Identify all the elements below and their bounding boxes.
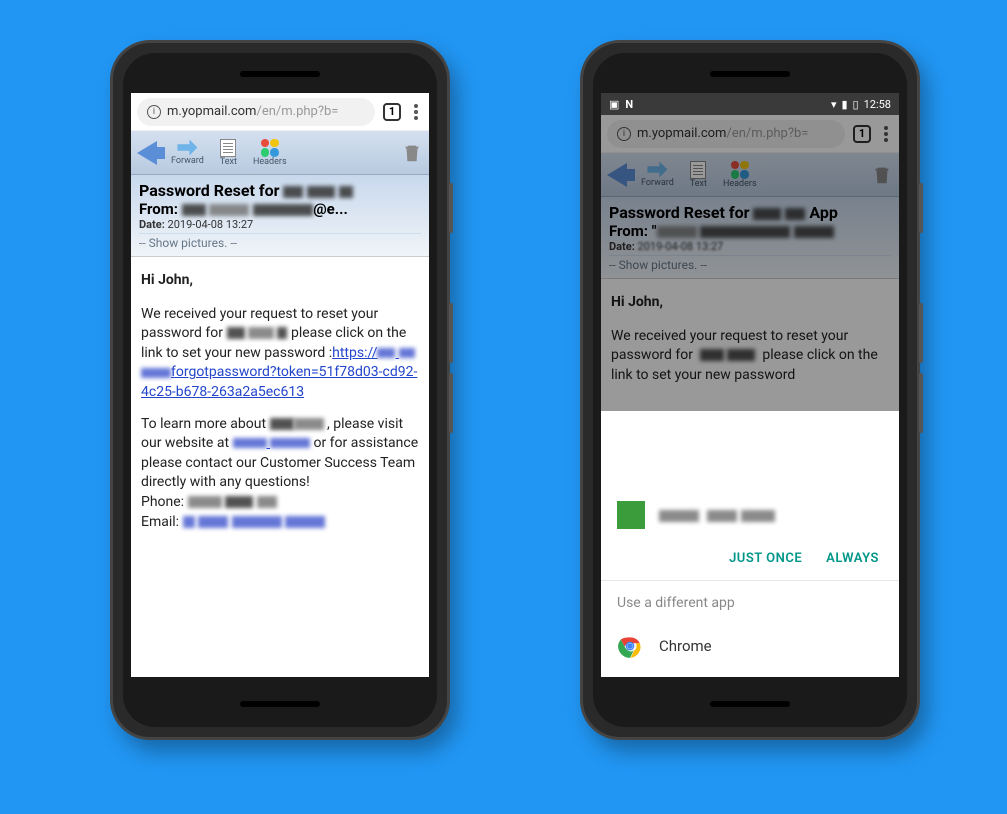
chrome-label: Chrome <box>659 637 712 655</box>
text-button[interactable]: Text <box>214 137 243 169</box>
phone-screen: ▣ N ▾ ▮ ▯ 12:58 i m.yopmail.com/en/m.php… <box>601 93 899 677</box>
email-subject: Password Reset for <box>139 181 421 200</box>
body-paragraph-2: To learn more about , please visit our w… <box>141 415 419 533</box>
forward-icon <box>177 140 197 156</box>
volume-down-button <box>449 373 453 433</box>
always-button[interactable]: ALWAYS <box>826 551 879 566</box>
url-path: /en/m.php?b= <box>256 104 338 119</box>
forward-button[interactable]: Forward <box>165 138 210 168</box>
chooser-default-app-row[interactable] <box>601 483 899 539</box>
chrome-app-row[interactable]: Chrome <box>601 621 899 677</box>
headers-icon <box>261 139 279 157</box>
wifi-icon: ▾ <box>831 98 837 111</box>
power-button <box>449 183 453 233</box>
power-button <box>919 183 923 233</box>
body-paragraph-1: We received your request to reset your p… <box>141 305 419 403</box>
clock: 12:58 <box>864 98 891 111</box>
headers-button[interactable]: Headers <box>247 137 293 169</box>
phone-speaker <box>710 71 790 77</box>
image-icon: ▣ <box>609 98 619 111</box>
trash-icon <box>401 141 423 165</box>
back-arrow-icon[interactable] <box>137 141 157 165</box>
signal-icon: ▮ <box>841 98 847 111</box>
website-link[interactable] <box>233 435 310 451</box>
app-icon <box>617 501 645 529</box>
tab-switcher-button[interactable]: 1 <box>383 103 401 121</box>
phone-mockup-left: i m.yopmail.com/en/m.php?b= 1 Forward Te… <box>110 40 450 740</box>
mail-toolbar: Forward Text Headers <box>131 131 429 175</box>
battery-icon: ▯ <box>853 98 859 111</box>
volume-up-button <box>449 303 453 363</box>
just-once-button[interactable]: JUST ONCE <box>729 551 802 566</box>
volume-down-button <box>919 373 923 433</box>
show-pictures-link[interactable]: -- Show pictures. -- <box>139 233 421 252</box>
menu-icon[interactable] <box>409 104 423 120</box>
app-chooser-sheet: JUST ONCE ALWAYS Use a different app <box>601 483 899 677</box>
dim-overlay[interactable] <box>601 115 899 411</box>
volume-up-button <box>919 303 923 363</box>
phone-screen: i m.yopmail.com/en/m.php?b= 1 Forward Te… <box>131 93 429 677</box>
use-different-app-label: Use a different app <box>601 581 899 621</box>
email-date: Date: 2019-04-08 13:27 <box>139 218 421 231</box>
email-from: From: @e... <box>139 200 421 218</box>
chrome-icon <box>617 633 643 659</box>
info-icon[interactable]: i <box>147 105 161 119</box>
delete-button[interactable] <box>401 141 423 165</box>
phone-bottom-speaker <box>710 701 790 707</box>
phone-bottom-speaker <box>240 701 320 707</box>
app-name-redacted <box>659 506 775 525</box>
url-field[interactable]: i m.yopmail.com/en/m.php?b= <box>137 98 375 126</box>
n-icon: N <box>625 98 633 111</box>
greeting: Hi John, <box>141 271 419 291</box>
email-header: Password Reset for From: @e... Date: 201… <box>131 175 429 257</box>
status-bar: ▣ N ▾ ▮ ▯ 12:58 <box>601 93 899 115</box>
url-domain: m.yopmail.com <box>167 104 256 119</box>
browser-url-bar: i m.yopmail.com/en/m.php?b= 1 <box>131 93 429 131</box>
phone-speaker <box>240 71 320 77</box>
text-icon <box>220 139 236 157</box>
phone-mockup-right: ▣ N ▾ ▮ ▯ 12:58 i m.yopmail.com/en/m.php… <box>580 40 920 740</box>
email-body: Hi John, We received your request to res… <box>131 257 429 558</box>
